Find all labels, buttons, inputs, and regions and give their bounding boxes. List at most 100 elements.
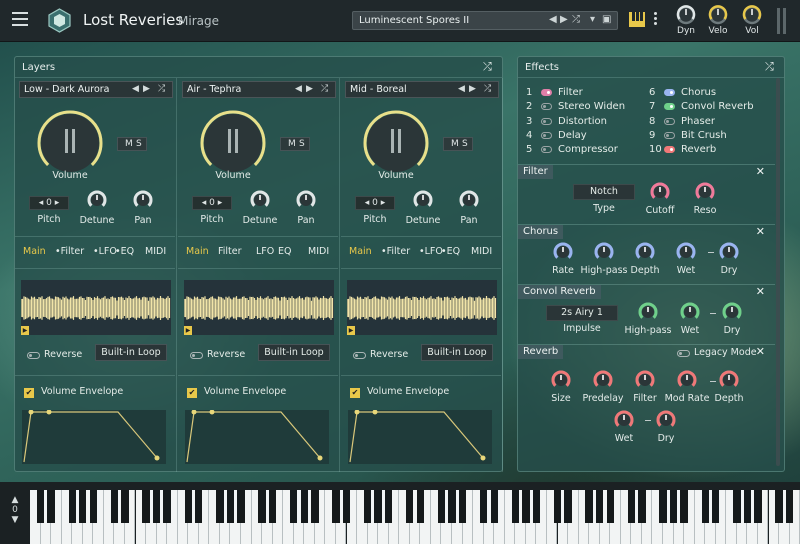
reverb-knob[interactable] <box>654 408 678 435</box>
effect-toggle[interactable] <box>541 117 552 125</box>
black-key[interactable] <box>585 490 593 523</box>
layer-tab[interactable]: •EQ <box>441 246 460 257</box>
layers-shuffle-icon[interactable]: ⤮ <box>483 60 492 74</box>
layer-tab[interactable]: EQ <box>278 246 291 257</box>
prev-icon[interactable]: ◀ <box>458 84 465 94</box>
black-key[interactable] <box>785 490 794 523</box>
layer-selector[interactable]: Mid - Boreal ◀ ▶ ⤮ <box>345 81 499 98</box>
black-key[interactable] <box>311 490 319 523</box>
pan-knob[interactable] <box>131 188 155 215</box>
reverb-knob[interactable] <box>675 368 699 395</box>
playhead-icon[interactable]: ▶ <box>21 326 29 335</box>
pan-knob[interactable] <box>457 188 481 215</box>
black-key[interactable] <box>363 490 372 523</box>
convol-knob[interactable] <box>720 300 744 327</box>
black-key[interactable] <box>110 490 119 523</box>
black-key[interactable] <box>142 490 150 523</box>
black-key[interactable] <box>184 490 192 523</box>
chevron-down-icon[interactable]: ▾ <box>590 14 595 25</box>
effect-toggle[interactable] <box>664 89 675 96</box>
black-key[interactable] <box>195 490 203 523</box>
prev-icon[interactable]: ◀ <box>295 84 302 94</box>
legacy-mode-toggle[interactable] <box>677 350 690 357</box>
reverb-knob[interactable] <box>549 368 573 395</box>
save-icon[interactable]: ▣ <box>602 14 611 25</box>
piano-keyboard[interactable] <box>30 490 800 544</box>
layer-tab[interactable]: •Filter <box>381 246 410 257</box>
effect-toggle[interactable] <box>664 117 675 125</box>
layer-tab[interactable]: •EQ <box>115 246 134 257</box>
octave-control[interactable]: ▲ 0 ▼ <box>8 495 22 525</box>
reverse-toggle[interactable] <box>27 352 40 359</box>
layer-tab[interactable]: Main <box>186 246 209 257</box>
black-key[interactable] <box>226 490 235 523</box>
playhead-icon[interactable]: ▶ <box>184 326 192 335</box>
convol-knob[interactable] <box>636 300 660 327</box>
black-key[interactable] <box>152 490 161 523</box>
black-key[interactable] <box>437 490 446 523</box>
black-key[interactable] <box>522 490 530 523</box>
detune-knob[interactable] <box>248 188 272 215</box>
black-key[interactable] <box>733 490 741 523</box>
black-key[interactable] <box>290 490 298 523</box>
preset-selector[interactable]: Luminescent Spores II ◀ ▶ ⤮ ▾ ▣ <box>352 11 618 30</box>
waveform-display[interactable]: ▶ <box>347 280 497 335</box>
black-key[interactable] <box>659 490 667 523</box>
black-key[interactable] <box>416 490 425 523</box>
black-key[interactable] <box>511 490 519 523</box>
black-key[interactable] <box>596 490 604 523</box>
black-key[interactable] <box>258 490 266 523</box>
preset-prev-icon[interactable]: ◀ <box>549 14 557 25</box>
layer-tab[interactable]: MIDI <box>471 246 492 257</box>
black-key[interactable] <box>374 490 382 523</box>
layer-tab[interactable]: LFO <box>256 246 274 257</box>
chorus-knob[interactable] <box>674 240 698 267</box>
layer-tab[interactable]: Main <box>23 246 46 257</box>
pan-knob[interactable] <box>294 188 318 215</box>
reverb-knob[interactable] <box>591 368 615 395</box>
black-key[interactable] <box>406 490 414 523</box>
velo-knob[interactable]: Velo <box>703 4 733 36</box>
chorus-knob[interactable] <box>717 240 741 267</box>
effect-toggle[interactable] <box>541 131 552 139</box>
envelope-checkbox[interactable]: ✔ <box>350 388 360 398</box>
black-key[interactable] <box>564 490 572 523</box>
dyn-knob[interactable]: Dyn <box>671 4 701 36</box>
black-key[interactable] <box>458 490 467 523</box>
black-key[interactable] <box>385 490 393 523</box>
black-key[interactable] <box>553 490 562 523</box>
preset-next-icon[interactable]: ▶ <box>560 14 568 25</box>
envelope-editor[interactable] <box>185 410 329 464</box>
pitch-stepper[interactable]: ◂ 0 ▸ <box>29 196 69 210</box>
black-key[interactable] <box>712 490 720 523</box>
detune-knob[interactable] <box>411 188 435 215</box>
keyboard-icon[interactable] <box>629 12 645 27</box>
convol-knob[interactable] <box>678 300 702 327</box>
black-key[interactable] <box>36 490 45 523</box>
shuffle-icon[interactable]: ⤮ <box>321 84 328 94</box>
impulse-select[interactable]: 2s Airy 1 <box>546 305 618 321</box>
effects-scrollbar[interactable] <box>776 78 780 466</box>
filter-type-select[interactable]: Notch <box>573 184 635 200</box>
octave-down-icon[interactable]: ▼ <box>8 515 22 525</box>
effects-shuffle-icon[interactable]: ⤮ <box>765 60 774 74</box>
effect-toggle[interactable] <box>541 103 552 111</box>
layer-tab[interactable]: MIDI <box>308 246 329 257</box>
envelope-editor[interactable] <box>22 410 166 464</box>
envelope-checkbox[interactable]: ✔ <box>187 388 197 398</box>
next-icon[interactable]: ▶ <box>306 84 313 94</box>
shuffle-icon[interactable]: ⤮ <box>484 84 491 94</box>
envelope-editor[interactable] <box>348 410 492 464</box>
reverse-toggle[interactable] <box>190 352 203 359</box>
black-key[interactable] <box>532 490 541 523</box>
black-key[interactable] <box>89 490 97 523</box>
black-key[interactable] <box>743 490 752 523</box>
loop-select[interactable]: Built-in Loop <box>258 344 330 361</box>
black-key[interactable] <box>701 490 709 523</box>
more-options-icon[interactable] <box>654 12 658 28</box>
chorus-close-icon[interactable]: ✕ <box>756 225 765 238</box>
black-key[interactable] <box>342 490 351 523</box>
black-key[interactable] <box>490 490 498 523</box>
layer-tab[interactable]: •Filter <box>55 246 84 257</box>
black-key[interactable] <box>775 490 783 523</box>
